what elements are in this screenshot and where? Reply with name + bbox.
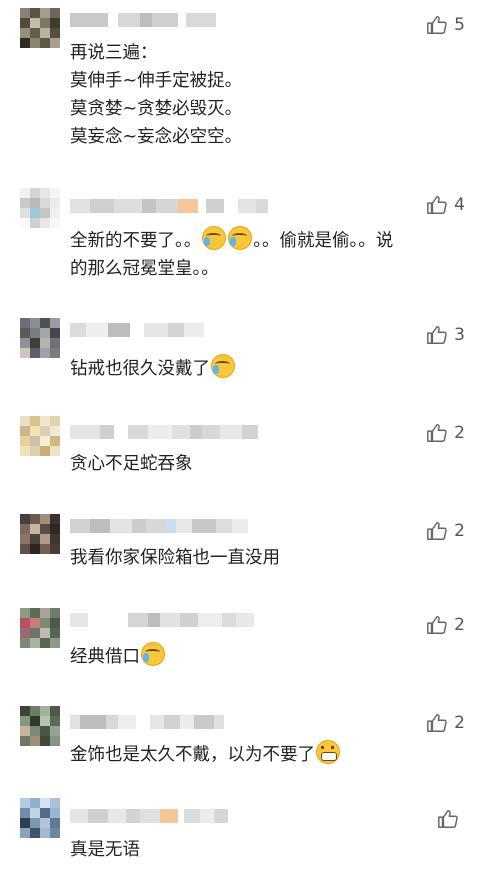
comment-list: 5 再说三遍： 莫伸手~伸手定被捉。 莫贪婪~贪婪必毁灭。 莫妄念~妄念必空空。…	[0, 0, 495, 876]
like-button[interactable]: 2	[426, 422, 465, 444]
like-button[interactable]: 5	[426, 14, 465, 36]
comment-item: 3 钻戒也很久没戴了	[0, 314, 495, 394]
laugh-cry-emoji	[202, 226, 227, 250]
comment-text: 经典借口	[70, 642, 475, 671]
thumbs-up-icon	[438, 810, 458, 828]
like-button[interactable]: 2	[426, 712, 465, 734]
thumbs-up-icon	[427, 424, 447, 442]
like-button[interactable]: 2	[426, 614, 465, 636]
username-blurred	[70, 8, 216, 32]
comment-text: 金饰也是太久不戴，以为不要了	[70, 740, 475, 769]
like-count: 3	[454, 325, 465, 345]
comment-item: 4 全新的不要了。。 。。偷就是偷。。说 的那么冠冕堂皇。。	[0, 184, 495, 294]
username-blurred	[70, 318, 204, 342]
comment-text: 钻戒也很久没戴了	[70, 354, 475, 383]
avatar[interactable]	[20, 514, 60, 554]
like-count: 2	[454, 713, 465, 733]
laugh-cry-emoji	[211, 354, 235, 378]
like-count: 4	[454, 195, 465, 215]
avatar[interactable]	[20, 8, 60, 48]
comment-item: 真是无语	[0, 794, 495, 876]
avatar[interactable]	[20, 318, 60, 358]
comment-text: 贪心不足蛇吞象	[70, 454, 193, 474]
comment-text: 全新的不要了。。 。。偷就是偷。。说 的那么冠冕堂皇。。	[70, 226, 475, 283]
avatar[interactable]	[20, 798, 60, 838]
avatar[interactable]	[20, 416, 60, 456]
comment-text-part: 钻戒也很久没戴了	[70, 359, 210, 379]
avatar[interactable]	[20, 188, 60, 228]
comment-item: 2 经典借口	[0, 604, 495, 684]
like-count: 2	[454, 423, 465, 443]
comment-text: 真是无语	[70, 840, 140, 860]
like-button[interactable]: 2	[426, 520, 465, 542]
thumbs-up-icon	[427, 196, 447, 214]
comment-item: 5 再说三遍： 莫伸手~伸手定被捉。 莫贪婪~贪婪必毁灭。 莫妄念~妄念必空空。	[0, 4, 495, 164]
like-count: 5	[454, 15, 465, 35]
username-blurred	[70, 420, 258, 444]
comment-text-part: 全新的不要了。。	[70, 231, 202, 251]
grin-emoji	[316, 740, 340, 764]
username-blurred	[70, 710, 224, 734]
thumbs-up-icon	[427, 714, 447, 732]
comment-text: 再说三遍： 莫伸手~伸手定被捉。 莫贪婪~贪婪必毁灭。 莫妄念~妄念必空空。	[70, 43, 243, 147]
like-button[interactable]: 4	[426, 194, 465, 216]
like-button[interactable]: 3	[426, 324, 465, 346]
comment-item: 2 我看你家保险箱也一直没用	[0, 510, 495, 590]
thumbs-up-icon	[427, 616, 447, 634]
thumbs-up-icon	[427, 522, 447, 540]
thumbs-up-icon	[427, 16, 447, 34]
avatar[interactable]	[20, 706, 60, 746]
comment-item: 2 贪心不足蛇吞象	[0, 412, 495, 492]
comment-item: 2 金饰也是太久不戴，以为不要了	[0, 702, 495, 782]
comment-text: 我看你家保险箱也一直没用	[70, 548, 280, 568]
username-blurred	[70, 194, 268, 218]
comment-text-part: 经典借口	[70, 647, 140, 667]
like-count: 2	[454, 521, 465, 541]
laugh-cry-emoji	[141, 642, 165, 666]
like-button[interactable]	[437, 808, 465, 830]
thumbs-up-icon	[427, 326, 447, 344]
avatar[interactable]	[20, 608, 60, 648]
comment-text-part: 金饰也是太久不戴，以为不要了	[70, 745, 315, 765]
username-blurred	[70, 608, 254, 632]
like-count: 2	[454, 615, 465, 635]
username-blurred	[70, 804, 228, 828]
laugh-cry-emoji	[228, 226, 253, 250]
username-blurred	[70, 514, 248, 538]
